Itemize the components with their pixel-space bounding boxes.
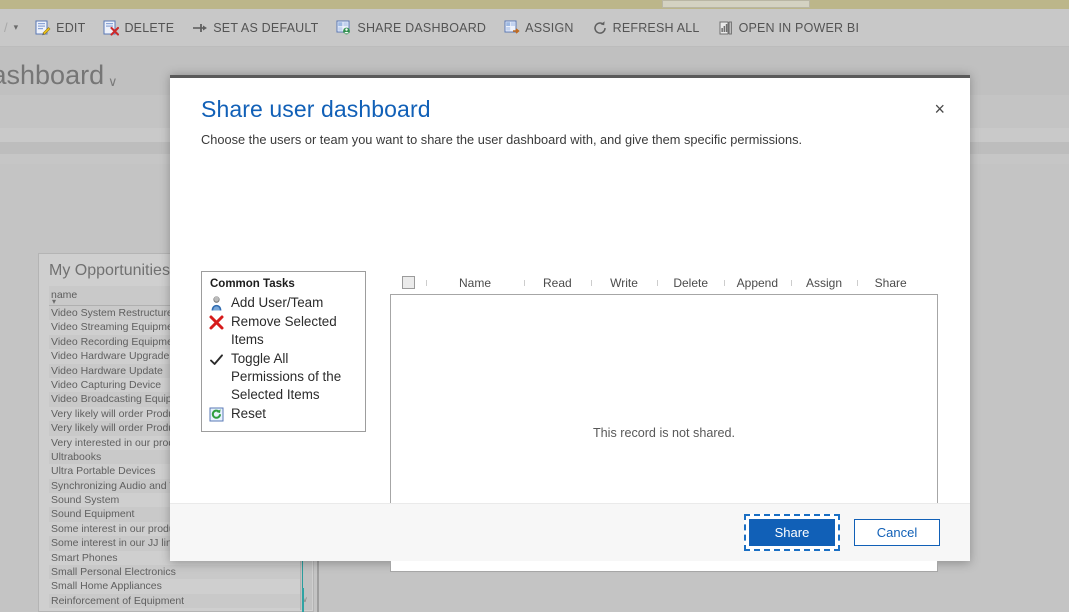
delete-icon xyxy=(103,20,120,36)
command-open-in-power-bi[interactable]: OPEN IN POWER BI xyxy=(709,9,869,46)
command-refresh-all[interactable]: REFRESH ALL xyxy=(583,9,709,46)
command-share-dashboard-label: SHARE DASHBOARD xyxy=(357,20,487,35)
common-task-toggle-all-permissions[interactable]: Toggle All Permissions of the Selected I… xyxy=(208,350,359,405)
common-task-add-user-team-label: Add User/Team xyxy=(231,295,324,310)
grid-empty-message: This record is not shared. xyxy=(592,426,736,440)
pin-icon xyxy=(192,20,208,36)
common-tasks-title: Common Tasks xyxy=(210,278,295,290)
panel-divider xyxy=(317,556,319,612)
grid-column-header[interactable]: Append xyxy=(724,276,791,290)
command-delete-label: DELETE xyxy=(124,20,175,35)
page-title: Dashboard xyxy=(0,60,105,90)
command-set-as-default-label: SET AS DEFAULT xyxy=(213,20,319,35)
widget-row[interactable]: Small Home Appliances xyxy=(49,579,305,593)
share-button-focus-ring: Share xyxy=(744,514,840,551)
share-button[interactable]: Share xyxy=(749,519,835,546)
command-refresh-all-label: REFRESH ALL xyxy=(612,20,700,35)
dialog-header: Share user dashboard Choose the users or… xyxy=(170,78,970,147)
dialog-footer: Share Cancel xyxy=(170,503,970,561)
grid-column-header[interactable]: Share xyxy=(857,276,924,290)
grid-column-header[interactable]: Write xyxy=(590,276,658,290)
grid-header-row: Name Read Write Delete Append Assign Share xyxy=(390,271,938,294)
top-strip xyxy=(0,0,1069,9)
common-task-add-user-team[interactable]: Add User/Team xyxy=(208,294,359,313)
command-set-as-default[interactable]: SET AS DEFAULT xyxy=(183,9,327,46)
power-bi-icon xyxy=(718,20,734,36)
sort-caret-icon: ▾ xyxy=(52,297,57,306)
share-user-dashboard-dialog: Share user dashboard Choose the users or… xyxy=(170,75,970,572)
page-title-chevron-down-icon[interactable]: ∨ xyxy=(108,74,118,90)
widget-row[interactable]: Small Personal Electronics xyxy=(49,565,305,580)
command-bar-overflow[interactable]: / xyxy=(2,20,10,35)
command-delete[interactable]: DELETE xyxy=(94,9,183,46)
grid-select-all-cell xyxy=(390,276,426,289)
grid-column-header[interactable]: Assign xyxy=(790,276,858,290)
command-bar: / ▾ EDIT DELETE SET AS DEFAULT SHARE DAS… xyxy=(0,9,1069,47)
edit-icon xyxy=(35,20,51,36)
common-task-remove-selected-items[interactable]: Remove Selected Items xyxy=(208,313,359,350)
grid-column-header[interactable]: Read xyxy=(524,276,591,290)
add-user-icon xyxy=(208,295,225,312)
common-task-reset-label: Reset xyxy=(231,406,266,421)
dialog-subtitle: Choose the users or team you want to sha… xyxy=(201,132,803,147)
common-task-reset[interactable]: Reset xyxy=(208,405,359,424)
command-edit[interactable]: EDIT xyxy=(26,9,94,46)
common-task-remove-selected-items-label: Remove Selected Items xyxy=(231,314,337,347)
command-edit-label: EDIT xyxy=(56,20,86,35)
command-open-in-power-bi-label: OPEN IN POWER BI xyxy=(738,20,860,35)
cancel-button[interactable]: Cancel xyxy=(854,519,940,546)
refresh-icon xyxy=(592,20,608,36)
assign-icon xyxy=(504,20,520,36)
screen: / ▾ EDIT DELETE SET AS DEFAULT SHARE DAS… xyxy=(0,0,1069,612)
command-assign[interactable]: ASSIGN xyxy=(495,9,582,46)
share-dashboard-icon xyxy=(336,20,352,36)
dialog-body: Common Tasks Add User/Team Remove Select… xyxy=(170,147,970,572)
reset-icon xyxy=(208,406,225,423)
chevron-down-icon[interactable]: ▾ xyxy=(10,22,27,33)
dialog-title: Share user dashboard xyxy=(201,96,431,122)
grid-column-header[interactable]: Name xyxy=(426,276,524,290)
grid-column-header[interactable]: Delete xyxy=(657,276,724,290)
common-tasks-panel: Common Tasks Add User/Team Remove Select… xyxy=(201,271,366,432)
common-task-toggle-all-permissions-label: Toggle All Permissions of the Selected I… xyxy=(231,351,342,402)
command-assign-label: ASSIGN xyxy=(525,20,574,35)
select-all-checkbox[interactable] xyxy=(401,276,415,289)
remove-x-icon xyxy=(208,314,225,331)
check-icon xyxy=(208,351,225,368)
widget-row[interactable]: Reinforcement of Equipment xyxy=(49,593,305,609)
close-icon[interactable]: × xyxy=(934,100,945,118)
top-search-box[interactable] xyxy=(662,0,810,8)
panel-accent-line-lower xyxy=(302,588,304,612)
command-share-dashboard[interactable]: SHARE DASHBOARD xyxy=(327,9,495,46)
